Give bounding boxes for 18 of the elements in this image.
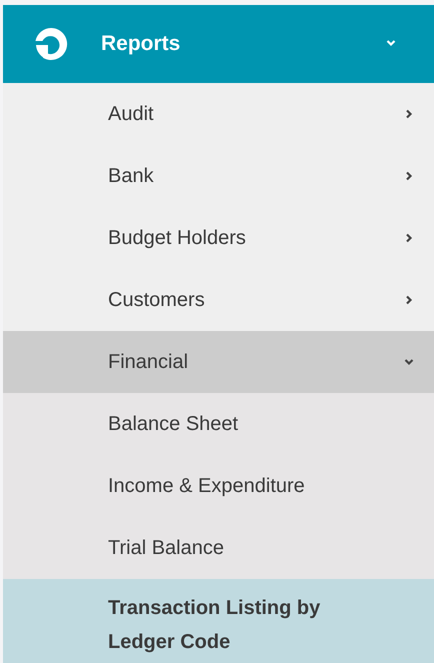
submenu-item[interactable]: Trial Balance	[3, 517, 434, 579]
menu-title: Reports	[101, 32, 182, 56]
menu-item[interactable]: Bank	[3, 145, 434, 207]
submenu-item[interactable]: Transaction Listing by Ledger Code	[3, 579, 434, 663]
logo-icon	[33, 26, 69, 62]
menu-item[interactable]: Customers	[3, 269, 434, 331]
submenu-item[interactable]: Income & Expenditure	[3, 455, 434, 517]
submenu-item[interactable]: Balance Sheet	[3, 393, 434, 455]
menu-item[interactable]: Budget Holders	[3, 207, 434, 269]
chevron-right-icon	[404, 295, 414, 305]
menu-item[interactable]: Financial	[3, 331, 434, 393]
chevron-right-icon	[404, 233, 414, 243]
chevron-down-icon	[386, 38, 396, 48]
chevron-down-icon	[404, 357, 414, 367]
menu-item[interactable]: Audit	[3, 83, 434, 145]
chevron-right-icon	[404, 171, 414, 181]
chevron-right-icon	[404, 109, 414, 119]
reports-menu-header[interactable]: Reports	[3, 5, 434, 83]
